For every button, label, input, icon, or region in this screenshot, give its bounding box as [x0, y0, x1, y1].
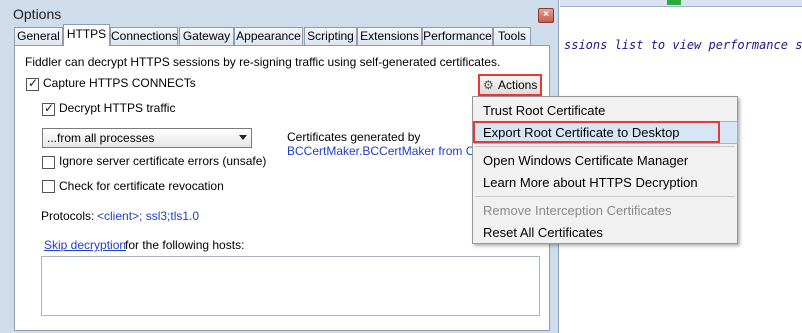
actions-label: Actions	[498, 78, 538, 92]
https-panel: Fiddler can decrypt HTTPS sessions by re…	[14, 45, 550, 331]
revocation-checkbox[interactable]	[42, 180, 55, 193]
menu-item-learn-more[interactable]: Learn More about HTTPS Decryption	[474, 171, 736, 192]
close-button[interactable]: ×	[538, 8, 554, 23]
highlight-annotation	[473, 121, 720, 143]
menu-item-label: Trust Root Certificate	[483, 103, 606, 118]
process-filter-select[interactable]: ...from all processes	[42, 128, 252, 148]
menu-item-cert-manager[interactable]: Open Windows Certificate Manager	[474, 149, 736, 170]
menu-item-label: Remove Interception Certificates	[483, 203, 672, 218]
menu-item-label: Open Windows Certificate Manager	[483, 153, 689, 168]
tab-scripting[interactable]: Scripting	[304, 27, 357, 45]
tab-https[interactable]: HTTPS	[63, 24, 110, 46]
tab-appearance[interactable]: Appearance	[234, 27, 303, 45]
certs-generated-label: Certificates generated by	[287, 130, 421, 144]
chevron-down-icon	[239, 135, 247, 140]
tab-tools[interactable]: Tools	[493, 27, 531, 45]
menu-item-label: Learn More about HTTPS Decryption	[483, 175, 698, 190]
process-filter-value: ...from all processes	[47, 131, 155, 145]
background-green-tab	[667, 0, 681, 5]
capture-https-checkbox[interactable]	[26, 76, 39, 91]
dialog-title: Options	[13, 6, 62, 22]
protocols-link[interactable]: <client>; ssl3;tls1.0	[97, 209, 199, 223]
menu-item-label: Reset All Certificates	[483, 225, 603, 240]
skip-decryption-link[interactable]: Skip decryption	[44, 238, 126, 252]
ignore-errors-checkbox[interactable]	[42, 156, 55, 169]
decrypt-https-checkbox[interactable]	[42, 101, 55, 116]
menu-separator	[475, 146, 735, 147]
gear-icon: ⚙	[483, 78, 494, 92]
menu-separator	[475, 196, 735, 197]
tab-connections[interactable]: Connections	[110, 27, 178, 45]
menu-item-trust-root[interactable]: Trust Root Certificate	[474, 99, 736, 120]
skip-decryption-text: for the following hosts:	[125, 238, 245, 252]
tab-general[interactable]: General	[14, 27, 63, 45]
protocols-label: Protocols:	[41, 209, 95, 223]
capture-https-label: Capture HTTPS CONNECTs	[43, 76, 196, 90]
hosts-textarea[interactable]	[41, 256, 540, 316]
tab-extensions[interactable]: Extensions	[357, 27, 422, 45]
background-code-text: ssions list to view performance stat	[564, 38, 802, 52]
background-tabstrip	[560, 0, 802, 7]
cert-maker-link[interactable]: BCCertMaker.BCCertMaker from Cert	[287, 144, 488, 158]
https-description: Fiddler can decrypt HTTPS sessions by re…	[25, 55, 501, 69]
revocation-label: Check for certificate revocation	[59, 179, 224, 193]
close-icon: ×	[543, 9, 549, 20]
ignore-errors-label: Ignore server certificate errors (unsafe…	[59, 154, 267, 168]
menu-item-reset-certs[interactable]: Reset All Certificates	[474, 221, 736, 242]
actions-menu: Trust Root Certificate Export Root Certi…	[472, 96, 738, 244]
decrypt-https-label: Decrypt HTTPS traffic	[59, 101, 176, 115]
actions-button[interactable]: ⚙ Actions	[478, 74, 542, 96]
tab-gateway[interactable]: Gateway	[179, 27, 234, 45]
menu-item-remove-certs[interactable]: Remove Interception Certificates	[474, 199, 736, 220]
tab-performance[interactable]: Performance	[422, 27, 493, 45]
